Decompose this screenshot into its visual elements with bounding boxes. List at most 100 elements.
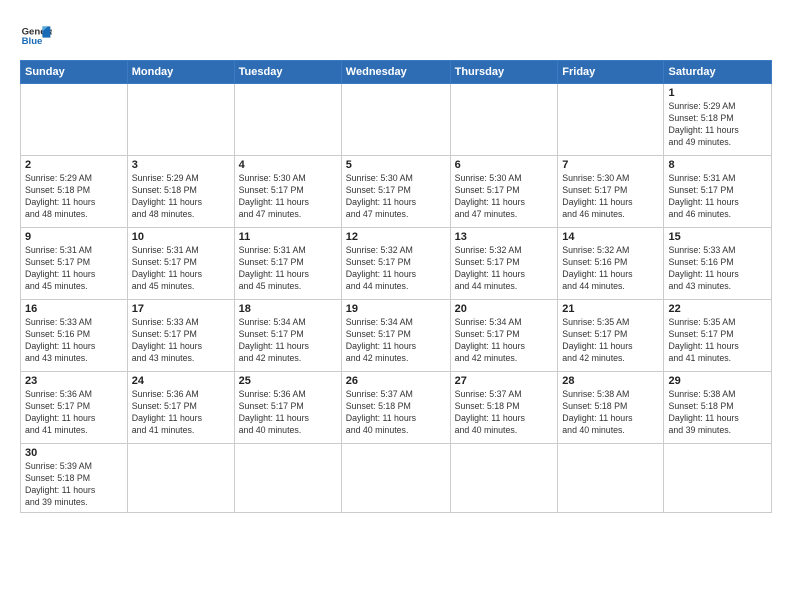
calendar-week-row: 16Sunrise: 5:33 AM Sunset: 5:16 PM Dayli… [21, 300, 772, 372]
day-info: Sunrise: 5:30 AM Sunset: 5:17 PM Dayligh… [455, 173, 554, 221]
calendar-cell: 1 Sunrise: 5:29 AM Sunset: 5:18 PM Daylig… [664, 84, 772, 156]
weekday-header: Tuesday [234, 61, 341, 84]
day-info: Sunrise: 5:30 AM Sunset: 5:17 PM Dayligh… [562, 173, 659, 221]
calendar-cell [127, 84, 234, 156]
day-number: 28 [562, 375, 659, 387]
day-number: 30 [25, 447, 123, 459]
calendar-cell: 21 Sunrise: 5:35 AM Sunset: 5:17 PM Dayli… [558, 300, 664, 372]
day-number: 5 [346, 159, 446, 171]
day-number: 9 [25, 231, 123, 243]
calendar-cell [341, 84, 450, 156]
calendar-cell: 16Sunrise: 5:33 AM Sunset: 5:16 PM Dayli… [21, 300, 128, 372]
calendar-cell: 6 Sunrise: 5:30 AM Sunset: 5:17 PM Daylig… [450, 156, 558, 228]
day-info: Sunrise: 5:33 AM Sunset: 5:17 PM Dayligh… [132, 317, 230, 365]
svg-text:Blue: Blue [22, 36, 43, 47]
calendar-cell: 13 Sunrise: 5:32 AM Sunset: 5:17 PM Dayli… [450, 228, 558, 300]
day-info: Sunrise: 5:32 AM Sunset: 5:16 PM Dayligh… [562, 245, 659, 293]
day-number: 15 [668, 231, 767, 243]
calendar-cell: 30 Sunrise: 5:39 AM Sunset: 5:18 PM Dayli… [21, 444, 128, 513]
day-number: 4 [239, 159, 337, 171]
calendar-cell: 5Sunrise: 5:30 AM Sunset: 5:17 PM Daylig… [341, 156, 450, 228]
calendar-cell [234, 84, 341, 156]
day-info: Sunrise: 5:31 AM Sunset: 5:17 PM Dayligh… [239, 245, 337, 293]
calendar-cell: 24 Sunrise: 5:36 AM Sunset: 5:17 PM Dayli… [127, 372, 234, 444]
day-info: Sunrise: 5:32 AM Sunset: 5:17 PM Dayligh… [455, 245, 554, 293]
day-info: Sunrise: 5:31 AM Sunset: 5:17 PM Dayligh… [132, 245, 230, 293]
day-number: 7 [562, 159, 659, 171]
day-number: 18 [239, 303, 337, 315]
calendar-cell: 18 Sunrise: 5:34 AM Sunset: 5:17 PM Dayli… [234, 300, 341, 372]
calendar-week-row: 9 Sunrise: 5:31 AM Sunset: 5:17 PM Daylig… [21, 228, 772, 300]
day-number: 1 [668, 87, 767, 99]
weekday-header: Friday [558, 61, 664, 84]
day-info: Sunrise: 5:34 AM Sunset: 5:17 PM Dayligh… [346, 317, 446, 365]
weekday-header: Thursday [450, 61, 558, 84]
day-info: Sunrise: 5:31 AM Sunset: 5:17 PM Dayligh… [668, 173, 767, 221]
logo-icon: General Blue [20, 20, 52, 52]
calendar-week-row: 2 Sunrise: 5:29 AM Sunset: 5:18 PM Daylig… [21, 156, 772, 228]
calendar-cell [558, 444, 664, 513]
calendar-cell [558, 84, 664, 156]
day-number: 12 [346, 231, 446, 243]
day-info: Sunrise: 5:36 AM Sunset: 5:17 PM Dayligh… [25, 389, 123, 437]
calendar-cell: 2 Sunrise: 5:29 AM Sunset: 5:18 PM Daylig… [21, 156, 128, 228]
calendar-cell: 12 Sunrise: 5:32 AM Sunset: 5:17 PM Dayli… [341, 228, 450, 300]
day-number: 10 [132, 231, 230, 243]
day-info: Sunrise: 5:31 AM Sunset: 5:17 PM Dayligh… [25, 245, 123, 293]
calendar-cell: 22 Sunrise: 5:35 AM Sunset: 5:17 PM Dayli… [664, 300, 772, 372]
calendar-cell [127, 444, 234, 513]
day-info: Sunrise: 5:36 AM Sunset: 5:17 PM Dayligh… [132, 389, 230, 437]
calendar-cell [450, 84, 558, 156]
calendar-cell [234, 444, 341, 513]
calendar-cell: 25Sunrise: 5:36 AM Sunset: 5:17 PM Dayli… [234, 372, 341, 444]
day-info: Sunrise: 5:33 AM Sunset: 5:16 PM Dayligh… [668, 245, 767, 293]
page: General Blue SundayMondayTuesdayWednesda… [0, 0, 792, 612]
calendar-cell: 29 Sunrise: 5:38 AM Sunset: 5:18 PM Dayli… [664, 372, 772, 444]
day-number: 23 [25, 375, 123, 387]
calendar-cell: 10 Sunrise: 5:31 AM Sunset: 5:17 PM Dayli… [127, 228, 234, 300]
day-info: Sunrise: 5:29 AM Sunset: 5:18 PM Dayligh… [25, 173, 123, 221]
day-number: 2 [25, 159, 123, 171]
day-number: 13 [455, 231, 554, 243]
day-number: 26 [346, 375, 446, 387]
day-info: Sunrise: 5:36 AM Sunset: 5:17 PM Dayligh… [239, 389, 337, 437]
calendar-cell: 19 Sunrise: 5:34 AM Sunset: 5:17 PM Dayli… [341, 300, 450, 372]
day-info: Sunrise: 5:32 AM Sunset: 5:17 PM Dayligh… [346, 245, 446, 293]
day-info: Sunrise: 5:37 AM Sunset: 5:18 PM Dayligh… [346, 389, 446, 437]
day-number: 29 [668, 375, 767, 387]
calendar-cell: 26 Sunrise: 5:37 AM Sunset: 5:18 PM Dayli… [341, 372, 450, 444]
weekday-header: Sunday [21, 61, 128, 84]
calendar-cell: 20 Sunrise: 5:34 AM Sunset: 5:17 PM Dayli… [450, 300, 558, 372]
day-info: Sunrise: 5:35 AM Sunset: 5:17 PM Dayligh… [668, 317, 767, 365]
calendar-cell: 9 Sunrise: 5:31 AM Sunset: 5:17 PM Daylig… [21, 228, 128, 300]
calendar-cell: 15 Sunrise: 5:33 AM Sunset: 5:16 PM Dayli… [664, 228, 772, 300]
day-number: 19 [346, 303, 446, 315]
day-info: Sunrise: 5:34 AM Sunset: 5:17 PM Dayligh… [239, 317, 337, 365]
day-info: Sunrise: 5:38 AM Sunset: 5:18 PM Dayligh… [668, 389, 767, 437]
weekday-header: Wednesday [341, 61, 450, 84]
day-info: Sunrise: 5:29 AM Sunset: 5:18 PM Dayligh… [132, 173, 230, 221]
day-info: Sunrise: 5:29 AM Sunset: 5:18 PM Dayligh… [668, 101, 767, 149]
day-number: 27 [455, 375, 554, 387]
day-number: 22 [668, 303, 767, 315]
day-info: Sunrise: 5:37 AM Sunset: 5:18 PM Dayligh… [455, 389, 554, 437]
calendar-cell [21, 84, 128, 156]
calendar-cell: 27 Sunrise: 5:37 AM Sunset: 5:18 PM Dayli… [450, 372, 558, 444]
day-info: Sunrise: 5:39 AM Sunset: 5:18 PM Dayligh… [25, 461, 123, 509]
day-number: 24 [132, 375, 230, 387]
day-info: Sunrise: 5:35 AM Sunset: 5:17 PM Dayligh… [562, 317, 659, 365]
calendar-week-row: 23 Sunrise: 5:36 AM Sunset: 5:17 PM Dayli… [21, 372, 772, 444]
calendar-cell [664, 444, 772, 513]
weekday-header: Monday [127, 61, 234, 84]
day-info: Sunrise: 5:30 AM Sunset: 5:17 PM Dayligh… [239, 173, 337, 221]
day-number: 16 [25, 303, 123, 315]
day-info: Sunrise: 5:38 AM Sunset: 5:18 PM Dayligh… [562, 389, 659, 437]
day-info: Sunrise: 5:34 AM Sunset: 5:17 PM Dayligh… [455, 317, 554, 365]
calendar-cell: 4 Sunrise: 5:30 AM Sunset: 5:17 PM Daylig… [234, 156, 341, 228]
day-number: 11 [239, 231, 337, 243]
day-number: 21 [562, 303, 659, 315]
header: General Blue [20, 16, 772, 52]
day-number: 20 [455, 303, 554, 315]
day-number: 6 [455, 159, 554, 171]
calendar-cell [450, 444, 558, 513]
